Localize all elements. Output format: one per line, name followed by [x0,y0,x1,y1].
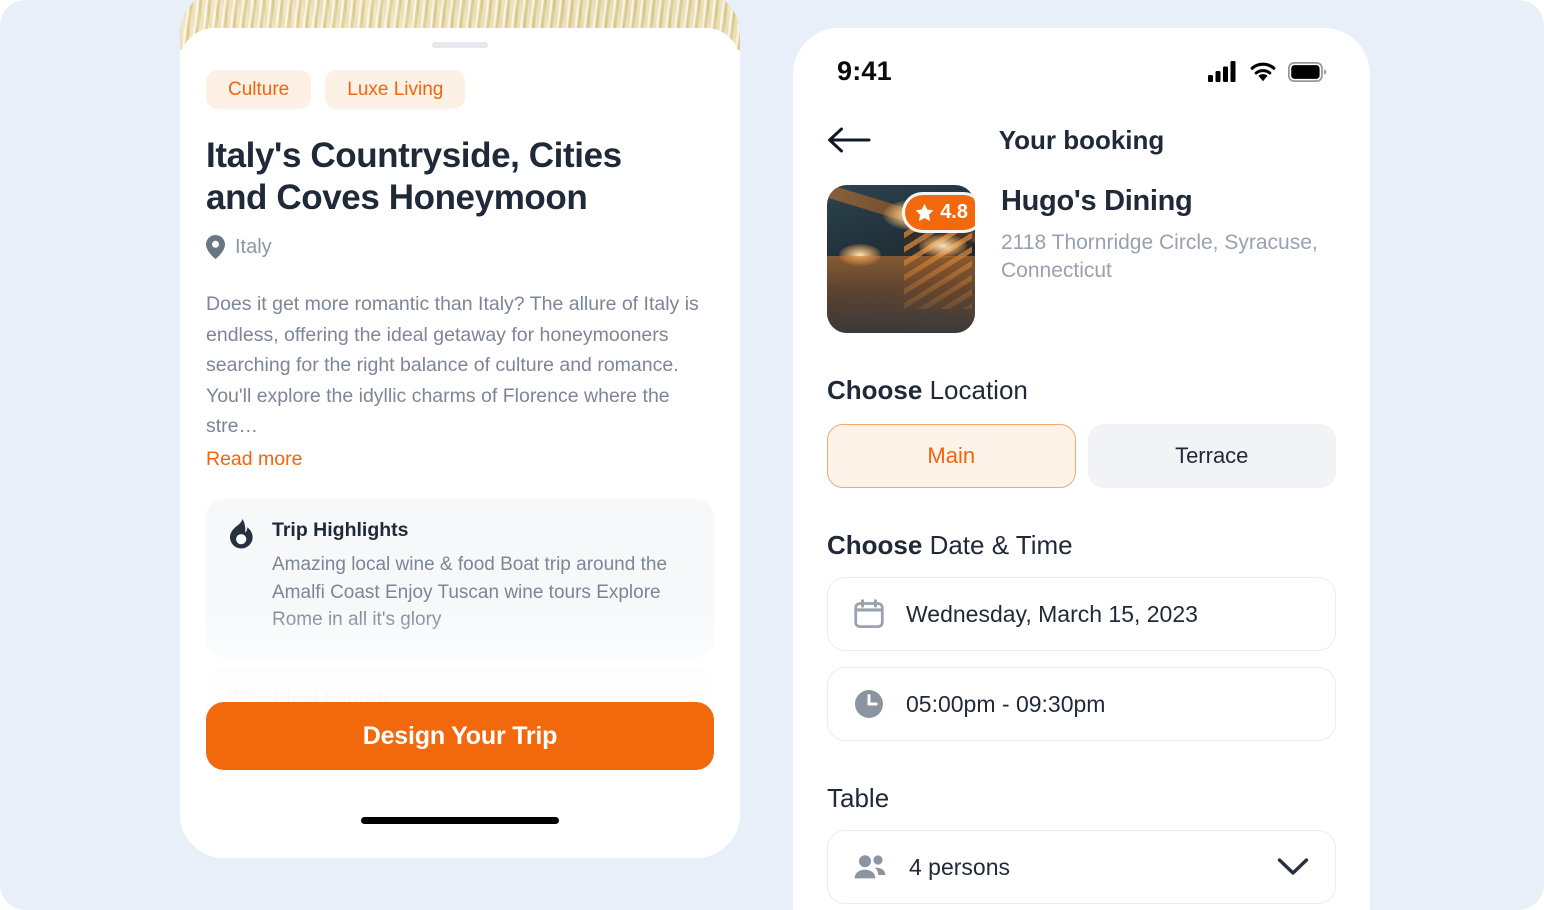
left-phone-trip-detail: Culture Luxe Living Italy's Countryside,… [180,0,740,858]
location-option-main[interactable]: Main [827,424,1076,488]
choose-location-heading: Choose Location [793,375,1370,406]
card-text: Amazing local wine & food Boat trip arou… [272,554,668,631]
star-icon [915,203,934,222]
trip-description: Does it get more romantic than Italy? Th… [206,293,699,438]
tag-luxe-living[interactable]: Luxe Living [325,70,466,109]
heading-rest: Date & Time [922,530,1073,560]
trip-highlights-card: Trip Highlights Amazing local wine & foo… [206,499,714,658]
read-more-link[interactable]: Read more [206,448,302,471]
time-value: 05:00pm - 09:30pm [906,690,1106,717]
trip-title: Italy's Countryside, Cities and Coves Ho… [206,136,622,217]
cellular-signal-icon [1208,61,1238,82]
clock-icon [854,689,884,719]
rating-badge: 4.8 [905,195,975,230]
design-your-trip-button[interactable]: Design Your Trip [206,702,714,770]
status-bar: 9:41 [793,28,1370,87]
map-pin-icon [206,235,225,259]
wifi-icon [1249,61,1277,82]
restaurant-thumbnail[interactable]: 4.8 [827,185,975,333]
restaurant-name: Hugo's Dining [1001,185,1193,217]
trip-location: Italy [206,235,714,259]
date-value: Wednesday, March 15, 2023 [906,600,1198,627]
home-indicator [361,817,559,824]
tag-row: Culture Luxe Living [206,70,714,109]
screenshot-canvas: Culture Luxe Living Italy's Countryside,… [0,0,1544,910]
people-icon [854,854,887,880]
time-field[interactable]: 05:00pm - 09:30pm [827,667,1336,741]
heading-bold: Choose [827,530,923,560]
choose-datetime-heading: Choose Date & Time [793,530,1370,561]
trip-location-label: Italy [235,235,272,258]
restaurant-summary: 4.8 Hugo's Dining 2118 Thornridge Circle… [793,177,1370,333]
flame-icon [228,519,254,634]
tag-culture[interactable]: Culture [206,70,312,109]
card-title: Trip Highlights [272,519,409,542]
back-button[interactable] [827,126,871,154]
trip-detail-sheet: Culture Luxe Living Italy's Countryside,… [180,28,740,858]
table-heading: Table [827,783,890,813]
location-option-terrace[interactable]: Terrace [1087,424,1336,488]
party-size-select[interactable]: 4 persons [827,830,1336,904]
status-time: 9:41 [837,56,892,86]
heading-bold: Choose [827,375,923,405]
calendar-icon [854,599,884,629]
location-options: Main Terrace [793,424,1370,488]
chevron-down-icon[interactable] [1277,857,1309,877]
right-phone-booking: 9:41 Your booking 4.8 Hugo's Dining 2118… [793,28,1370,910]
heading-rest: Location [922,375,1028,405]
date-field[interactable]: Wednesday, March 15, 2023 [827,577,1336,651]
party-size-value: 4 persons [909,853,1011,880]
rating-value: 4.8 [940,201,968,223]
battery-icon [1287,61,1326,82]
restaurant-address: 2118 Thornridge Circle, Syracuse, Connec… [1001,231,1318,283]
page-title: Your booking [998,124,1165,155]
nav-bar: Your booking [793,103,1370,177]
